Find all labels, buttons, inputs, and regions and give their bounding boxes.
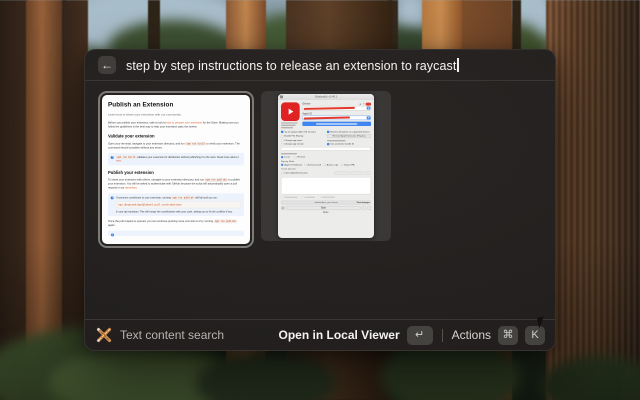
doc-paragraph: To share your extension with others, nav… xyxy=(108,178,244,190)
checkbox-checked xyxy=(327,143,329,145)
redaction-scribble xyxy=(304,116,350,119)
inline-code: npm run publish xyxy=(214,220,237,223)
redaction-scribble xyxy=(304,107,356,110)
disabled-button xyxy=(334,171,349,175)
square-button xyxy=(362,206,366,210)
doc-heading-validate: Validate your extension xyxy=(108,133,244,139)
k-key-badge: K xyxy=(525,326,545,345)
doc-screenshot: Publish an Extension Learn how to share … xyxy=(102,95,250,244)
doc-link: repository xyxy=(125,186,137,189)
sideloadly-window: Sideloadly! v0.40.1 xyxy=(278,94,374,238)
disabled-button xyxy=(351,171,363,175)
radio-unselected xyxy=(304,164,306,166)
footer-divider xyxy=(442,329,443,342)
doc-page: Publish an Extension Learn how to share … xyxy=(102,95,250,244)
inline-code: npm run publish xyxy=(171,196,194,199)
unreadable-label-bar xyxy=(281,153,297,154)
idevice-label: iDevice xyxy=(302,102,310,105)
app-version-lines xyxy=(281,122,300,128)
location-radios: Local Remote xyxy=(281,156,371,158)
tweak-row: Inject dylibs/frameworks xyxy=(281,171,371,175)
tweak-injection-label: Tweak injection xyxy=(281,168,371,170)
search-bar[interactable]: ← step by step instructions to release a… xyxy=(85,50,555,80)
command-key-badge: ⌘ xyxy=(498,326,518,345)
unreadable-label-bar xyxy=(327,140,346,141)
mac-titlebar: Sideloadly! v0.40.1 xyxy=(278,94,374,100)
doc-paragraph: Once the pull request is opened, you can… xyxy=(108,219,244,227)
result-app-screenshot[interactable]: Sideloadly! v0.40.1 xyxy=(261,91,391,241)
square-button xyxy=(367,206,371,210)
doc-info-box-cut: i xyxy=(108,231,244,236)
app-icon xyxy=(280,95,283,98)
radio-unselected xyxy=(341,164,343,166)
signing-mode-label: Signing Mode xyxy=(281,160,371,162)
doc-paragraph: Open your terminal, navigate to your ext… xyxy=(108,142,244,150)
return-key-badge: ↵ xyxy=(407,326,433,345)
start-row: ⚙ Start xyxy=(281,206,371,210)
crossed-ropes-icon xyxy=(96,327,112,343)
signing-mode-radios: Apple ID Sideload Normal install Ad-hoc … xyxy=(281,164,371,166)
results-grid: Publish an Extension Learn how to share … xyxy=(85,81,555,319)
inline-code: npm run publish xyxy=(205,178,228,181)
radio-selected xyxy=(281,164,283,166)
checkbox-checked xyxy=(327,131,329,133)
search-query-text: step by step instructions to release an … xyxy=(126,59,456,73)
text-caret xyxy=(457,58,459,72)
mac-window-title: Sideloadly! v0.40.1 xyxy=(315,95,338,98)
doc-link: how to prepare your extension xyxy=(166,121,202,124)
search-input[interactable]: step by step instructions to release an … xyxy=(126,58,459,73)
radio-selected xyxy=(281,156,283,158)
apple-id-dropdown: ▾ xyxy=(302,116,371,120)
actions-menu-button[interactable]: Actions ⌘ K xyxy=(452,326,545,345)
idevice-dropdown: ▾ xyxy=(302,106,371,110)
radio-unselected xyxy=(294,156,296,158)
text-field xyxy=(281,147,371,151)
apple-id-label: Apple ID xyxy=(302,112,371,115)
disabled-options-row xyxy=(281,196,371,198)
doc-title: Publish an Extension xyxy=(108,100,244,109)
code-block: npx @raycast/api@latest pull-contributio… xyxy=(116,201,241,208)
doc-subtitle: Learn how to share your extension with o… xyxy=(108,112,244,116)
checkbox-unchecked xyxy=(281,172,283,174)
chevron-down-icon: ▾ xyxy=(367,116,371,119)
dylib-list-area xyxy=(281,177,371,194)
disabled-button xyxy=(364,171,371,175)
result-doc-screenshot-selected[interactable]: Publish an Extension Learn how to share … xyxy=(98,91,254,248)
info-icon: i xyxy=(111,196,114,199)
mac-window-body: iDevice ⊕ ? xyxy=(278,100,374,217)
raycast-window: ← step by step instructions to release a… xyxy=(84,49,556,351)
actions-label: Actions xyxy=(452,328,491,342)
start-button: Start xyxy=(286,206,360,210)
radio-unselected xyxy=(323,164,325,166)
info-icon: i xyxy=(111,233,114,236)
doc-info-box: i npm run build validates your extension… xyxy=(108,153,244,165)
blue-action-bar xyxy=(302,122,371,126)
youtube-app-icon xyxy=(281,102,300,121)
past-changes-label: Past changes xyxy=(357,201,370,203)
chevron-down-icon: ▾ xyxy=(367,107,371,110)
remove-app-extensions-button: Remove App Extensions (Plugins) xyxy=(327,134,371,138)
sideloadly-footer-bar: sideloadly.io, your home Past changes xyxy=(281,201,371,205)
open-in-local-viewer-button[interactable]: Open in Local Viewer ↵ xyxy=(278,326,432,345)
back-button[interactable]: ← xyxy=(98,56,116,74)
play-icon xyxy=(288,109,293,115)
mode-label: Text content search xyxy=(120,328,224,342)
back-icon: ← xyxy=(101,59,113,71)
status-text: Done. xyxy=(281,211,371,213)
checkbox-unchecked xyxy=(281,143,283,145)
options-grid: Try to support older iOS versions Remove… xyxy=(281,131,371,146)
checkbox-unchecked xyxy=(281,135,283,137)
doc-paragraph: Before you publish your extension, take … xyxy=(108,121,244,129)
inline-code: npm run build xyxy=(185,142,205,145)
footer-bar: Text content search Open in Local Viewer… xyxy=(85,320,555,350)
info-icon: i xyxy=(111,156,114,159)
checkbox-unchecked xyxy=(281,139,283,141)
doc-heading-publish: Publish your extension xyxy=(108,169,244,175)
primary-action-label: Open in Local Viewer xyxy=(278,328,399,342)
checkbox-checked xyxy=(281,131,283,133)
gear-icon: ⚙ xyxy=(281,206,285,210)
doc-info-box: i If someone contributes to your extensi… xyxy=(108,193,244,216)
